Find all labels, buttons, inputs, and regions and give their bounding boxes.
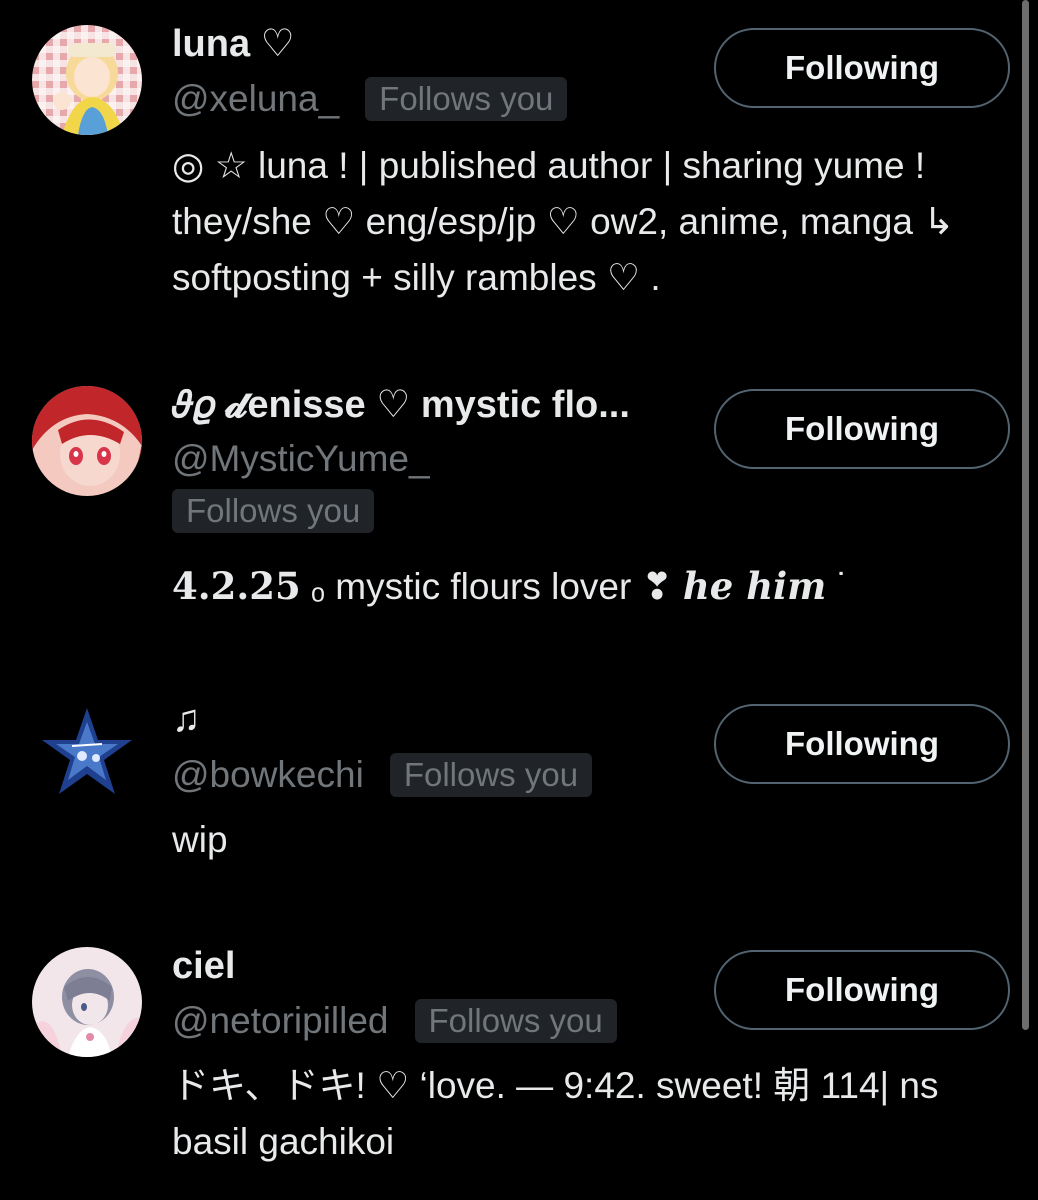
handle[interactable]: @netoripilled xyxy=(172,999,389,1043)
bio-end: ˙ xyxy=(826,566,849,607)
bio: wip xyxy=(172,819,228,860)
avatar[interactable] xyxy=(32,700,142,810)
handle-row: @netoripilled Follows you xyxy=(172,998,617,1044)
bio-date: 4.2.25 xyxy=(172,564,301,608)
avatar[interactable] xyxy=(32,386,142,496)
display-name[interactable]: luna ♡ xyxy=(172,22,295,66)
bio: 4.2.25 ₒ mystic flours lover ❣ he him ˙ xyxy=(172,558,1022,615)
handle[interactable]: @MysticYume_ xyxy=(172,437,430,481)
display-name[interactable]: ciel xyxy=(172,944,235,988)
display-name[interactable]: ♫ xyxy=(172,697,201,741)
follows-you-badge: Follows you xyxy=(414,999,617,1043)
follows-you-badge: Follows you xyxy=(365,77,568,121)
bio: ドキ、ドキ! ♡ ‘love. — 9:42. sweet! 朝 114| ns… xyxy=(172,1065,939,1162)
follows-you-badge: Follows you xyxy=(172,489,375,533)
display-name[interactable]: 𝜗𝜚 𝓭enisse ♡ mystic flo... xyxy=(172,383,630,427)
avatar[interactable] xyxy=(32,25,142,135)
handle[interactable]: @bowkechi xyxy=(172,753,364,797)
following-button[interactable]: Following xyxy=(714,950,1010,1030)
avatar[interactable] xyxy=(32,947,142,1057)
follows-you-badge: Follows you xyxy=(389,753,593,797)
bio: ◎ ☆ luna ! | published author | sharing … xyxy=(172,145,955,298)
scrollbar[interactable] xyxy=(1022,0,1029,1030)
handle-row: @xeluna_ Follows you xyxy=(172,76,568,122)
handle-row: @MysticYume_ xyxy=(172,436,430,482)
bio-text: ₒ mystic flours lover ❣ xyxy=(300,566,683,607)
bio-pronouns: he him xyxy=(682,564,827,608)
handle[interactable]: @xeluna_ xyxy=(172,77,339,121)
handle-row: @bowkechi Follows you xyxy=(172,752,593,798)
following-button[interactable]: Following xyxy=(714,389,1010,469)
following-button[interactable]: Following xyxy=(714,28,1010,108)
following-button[interactable]: Following xyxy=(714,704,1010,784)
